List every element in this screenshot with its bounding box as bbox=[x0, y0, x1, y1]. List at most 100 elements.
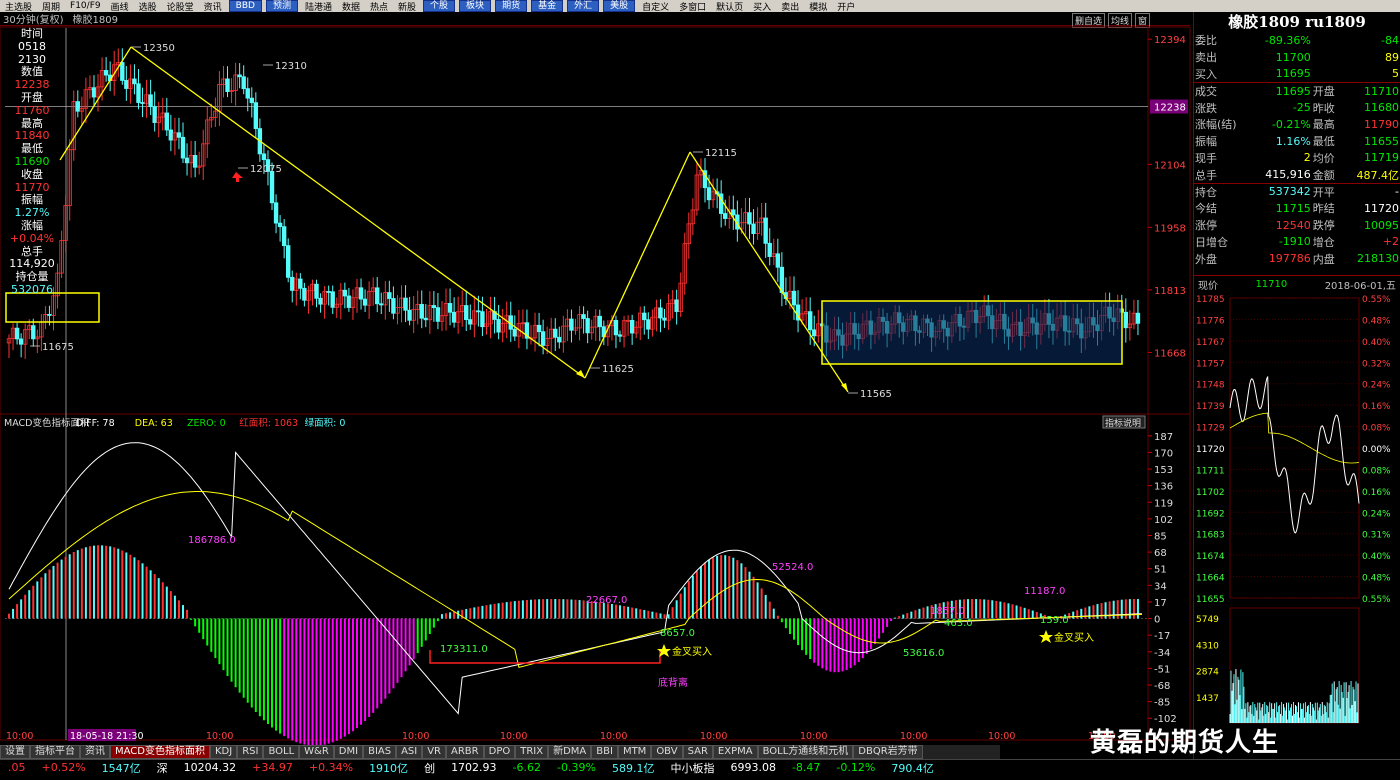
status-bar: .05 +0.52% 1547亿 深 10204.32 +34.97 +0.34% 1910亿… bbox=[0, 759, 1400, 775]
candle-body bbox=[286, 245, 291, 278]
price-axis-label: 12394 bbox=[1154, 35, 1186, 46]
time-axis-label: 10:00 bbox=[800, 731, 827, 742]
indicator-tab[interactable]: BIAS bbox=[363, 745, 397, 759]
indicator-tab[interactable]: DPO bbox=[483, 745, 516, 759]
star-icon bbox=[1039, 630, 1053, 643]
candle-body bbox=[597, 315, 602, 328]
mini-pct-label: 0.16% bbox=[1362, 402, 1391, 412]
quote-label: 持仓 bbox=[1194, 182, 1251, 200]
mini-price-label: 11702 bbox=[1196, 488, 1225, 498]
consolidation-box bbox=[5, 292, 100, 323]
indicator-tab[interactable]: KDJ bbox=[209, 745, 238, 759]
price-mark-label: 11625 bbox=[602, 364, 634, 375]
candle-body bbox=[330, 291, 335, 308]
indicator-tab[interactable]: MACD变色指标面积 bbox=[110, 745, 210, 759]
candle-body bbox=[706, 187, 712, 201]
indicator-tab[interactable]: 指标平台 bbox=[30, 745, 80, 759]
indicator-tab[interactable]: EXPMA bbox=[712, 745, 758, 759]
indicator-tab[interactable]: SAR bbox=[682, 745, 713, 759]
macd-area-label: 11187.0 bbox=[1024, 586, 1065, 597]
quote-label bbox=[1312, 66, 1343, 83]
indicator-tab[interactable]: BOLL方通线和元机 bbox=[757, 745, 854, 759]
candle-body bbox=[379, 303, 384, 306]
quote-row: 涨跌 -25 昨收 11680 bbox=[1194, 99, 1400, 116]
candle-body bbox=[140, 102, 145, 104]
status-value: 790.4亿 bbox=[891, 761, 934, 775]
time-axis-label: 10:00 bbox=[988, 731, 1015, 742]
macd-area-label: 173311.0 bbox=[440, 644, 488, 655]
mini-price-label: 11655 bbox=[1196, 595, 1225, 605]
info-value: 时间 bbox=[21, 27, 43, 40]
candle-body bbox=[731, 209, 736, 216]
quote-label: 开盘 bbox=[1311, 81, 1343, 100]
status-value: 10204.32 bbox=[183, 761, 237, 774]
candle-body bbox=[480, 311, 485, 328]
quote-value: 487.4亿 bbox=[1356, 168, 1400, 182]
quote-row: 涨停 12540 跌停 10095 bbox=[1194, 217, 1400, 234]
indicator-tab[interactable]: VR bbox=[422, 745, 447, 759]
quote-value: 12540 bbox=[1275, 218, 1311, 232]
mini-pct-label: 0.31% bbox=[1362, 531, 1391, 541]
macd-axis-label: 119 bbox=[1154, 498, 1173, 509]
price-mark-label: 12115 bbox=[705, 148, 737, 159]
indicator-tab[interactable]: BBI bbox=[591, 745, 618, 759]
mini-price-label: 11748 bbox=[1196, 381, 1225, 391]
indicator-tab[interactable]: OBV bbox=[651, 745, 683, 759]
status-value: +34.97 bbox=[252, 761, 293, 774]
time-axis-label: 10:00 bbox=[700, 731, 727, 742]
quote-label: 跌停 bbox=[1312, 219, 1335, 233]
macd-axis-label: 17 bbox=[1154, 598, 1167, 609]
macd-axis-label: 68 bbox=[1154, 548, 1167, 559]
quote-row: 买入 11695 5 bbox=[1194, 66, 1400, 83]
indicator-tab[interactable]: ARBR bbox=[446, 745, 484, 759]
indicator-tab[interactable]: TRIX bbox=[515, 745, 549, 759]
candle-body bbox=[298, 278, 303, 289]
status-value: 1547亿 bbox=[101, 761, 141, 775]
candle-body bbox=[403, 297, 408, 311]
indicator-tab[interactable]: DBQR岩芳带 bbox=[853, 745, 923, 759]
candle-body bbox=[277, 222, 283, 228]
indicator-tab[interactable]: MTM bbox=[617, 745, 652, 759]
indicator-tab[interactable]: 新DMA bbox=[548, 745, 592, 759]
indicator-tab[interactable]: 资讯 bbox=[80, 745, 110, 759]
mini-price-label: 11767 bbox=[1196, 338, 1225, 348]
info-panel: 时间 0518 2130 数值 12238 开盘 11760 最高 11840 最低 11690 收盘… bbox=[0, 27, 64, 297]
time-axis-label: 18-05-18 21:30 bbox=[70, 731, 144, 742]
intraday-chart[interactable]: 11785 0.55% 11776 0.48% 11767 0.40% 11757 0.32%… bbox=[1194, 293, 1400, 733]
price-axis-label: 11813 bbox=[1154, 286, 1186, 297]
star-icon bbox=[657, 644, 671, 657]
candle-body bbox=[468, 319, 473, 325]
macd-axis-label: -85 bbox=[1154, 698, 1170, 709]
candle-body bbox=[391, 298, 396, 314]
candle-body bbox=[553, 328, 558, 338]
macd-axis-label: 51 bbox=[1154, 565, 1167, 576]
indicator-tab[interactable]: W&R bbox=[299, 745, 334, 759]
chart-canvas[interactable]: 12394 12238 12104 11958 11813 11668 12350 12310… bbox=[0, 0, 1193, 760]
macd-header-zero: ZERO: 0 bbox=[187, 418, 226, 429]
quote-label: 昨收 bbox=[1312, 101, 1335, 115]
indicator-tab[interactable]: 设置 bbox=[0, 745, 30, 759]
macd-area-label: 1857.0 bbox=[930, 606, 965, 617]
price-axis-label: 12104 bbox=[1154, 160, 1186, 171]
indicator-tab[interactable]: ASI bbox=[396, 745, 423, 759]
price-axis-label: 11958 bbox=[1154, 223, 1186, 234]
candle-body bbox=[91, 87, 97, 98]
candle-body bbox=[658, 307, 663, 319]
candle-body bbox=[585, 318, 590, 334]
quote-label: 最高 bbox=[1312, 118, 1335, 132]
status-value: -8.47 bbox=[791, 761, 821, 774]
candle-body bbox=[314, 283, 319, 299]
trend-line bbox=[584, 151, 691, 379]
candle-body bbox=[464, 305, 469, 320]
candle-body bbox=[184, 157, 190, 164]
macd-header-dea: DEA: 63 bbox=[135, 418, 173, 429]
mini-price-label: 11785 bbox=[1196, 295, 1225, 305]
mini-pct-label: 0.00% bbox=[1362, 445, 1391, 455]
candle-body bbox=[192, 155, 198, 168]
quote-label: 成交 bbox=[1194, 81, 1251, 100]
indicator-tab[interactable]: BOLL bbox=[263, 745, 300, 759]
quote-value: - bbox=[1342, 182, 1400, 200]
indicator-tab[interactable]: RSI bbox=[237, 745, 264, 759]
candle-body bbox=[180, 136, 186, 159]
indicator-tab[interactable]: DMI bbox=[333, 745, 364, 759]
